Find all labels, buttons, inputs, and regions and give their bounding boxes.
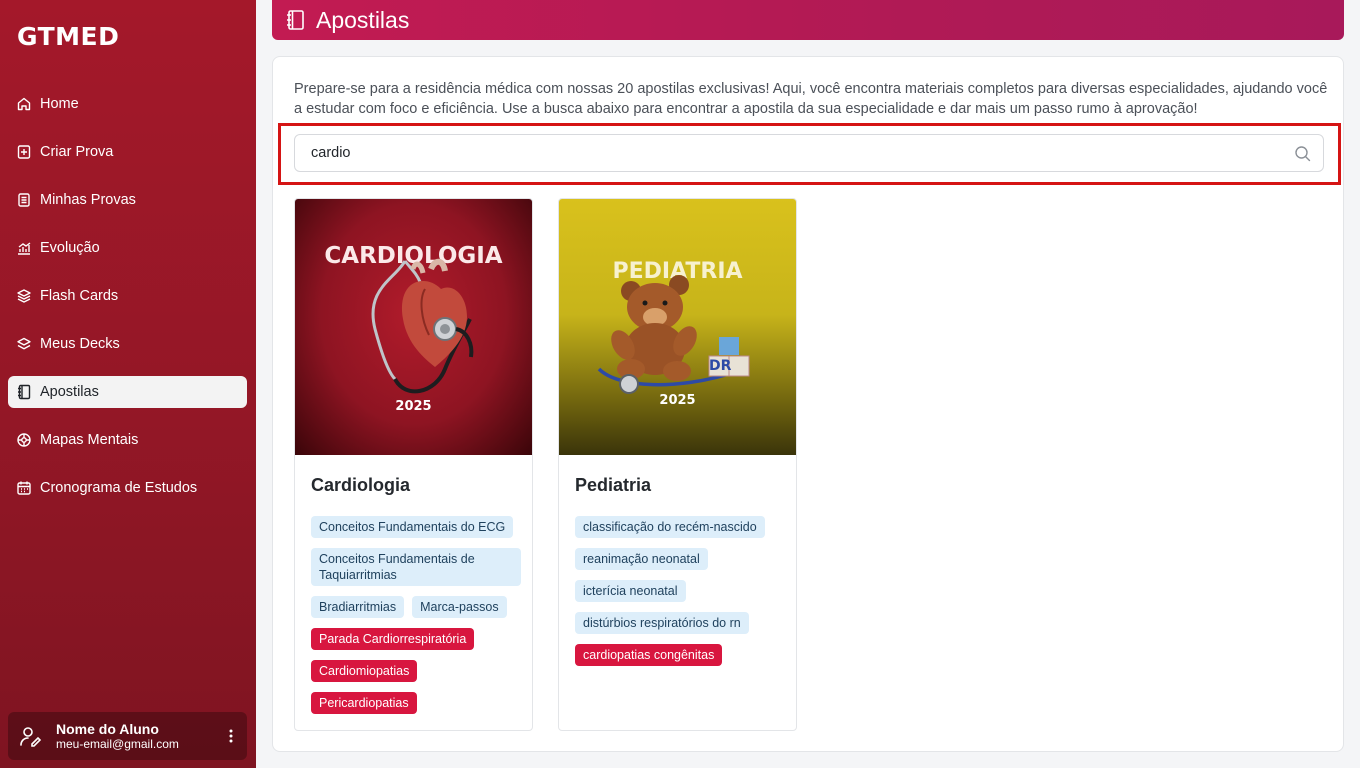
sidebar-item-minhas-provas[interactable]: Minhas Provas <box>8 184 247 216</box>
heart-stethoscope-illustration <box>371 258 474 394</box>
sidebar-item-label: Meus Decks <box>40 336 120 352</box>
user-info: Nome do Aluno meu-email@gmail.com <box>56 721 179 752</box>
teddy-bear-illustration <box>597 275 750 394</box>
user-name: Nome do Aluno <box>56 720 159 737</box>
more-vertical-icon[interactable] <box>223 726 239 746</box>
layers-icon <box>16 288 32 304</box>
sidebar-item-meus-decks[interactable]: Meus Decks <box>8 328 247 360</box>
user-avatar-icon <box>18 724 42 748</box>
search-box <box>294 134 1324 172</box>
cover-year: 2025 <box>659 393 696 408</box>
sidebar-item-label: Apostilas <box>40 384 99 400</box>
apostilas-panel: Prepare-se para a residência médica com … <box>272 56 1344 752</box>
stack-icon <box>16 336 32 352</box>
toy-blocks-letters: DR <box>709 356 749 376</box>
topic-tag-match[interactable]: Parada Cardiorrespiratória <box>311 628 475 650</box>
topic-tag[interactable]: reanimação neonatal <box>575 548 708 570</box>
sidebar-item-cronograma[interactable]: Cronograma de Estudos <box>8 472 247 504</box>
cover-image-pediatria[interactable]: PEDIATRIA DR 2025 <box>559 199 796 455</box>
search-icon[interactable] <box>1294 145 1311 162</box>
topic-tag[interactable]: icterícia neonatal <box>575 580 686 602</box>
brand-logo[interactable]: GTMED <box>17 22 119 51</box>
cover-year: 2025 <box>395 399 432 414</box>
topic-tag[interactable]: Bradiarritmias <box>311 596 405 618</box>
topic-tag[interactable]: Marca-passos <box>412 596 507 618</box>
sidebar-item-label: Flash Cards <box>40 288 119 304</box>
cover-image-cardiologia[interactable]: CARDIOLOGIA 2025 <box>295 199 532 455</box>
sidebar-item-label: Minhas Provas <box>40 192 136 208</box>
sidebar-item-label: Cronograma de Estudos <box>40 480 198 496</box>
user-email: meu-email@gmail.com <box>56 736 179 751</box>
sidebar-item-evolucao[interactable]: Evolução <box>8 232 247 264</box>
topic-tag[interactable]: Conceitos Fundamentais do ECG <box>311 516 514 538</box>
topic-tag[interactable]: distúrbios respiratórios do rn <box>575 612 749 634</box>
search-input[interactable] <box>295 135 1323 171</box>
sidebar-item-apostilas[interactable]: Apostilas <box>8 376 247 408</box>
topic-tag[interactable]: Conceitos Fundamentais de Taquiarritmias <box>311 548 521 586</box>
chart-icon <box>16 240 32 256</box>
plus-square-icon <box>16 144 32 160</box>
topic-tag-match[interactable]: Cardiomiopatias <box>311 660 418 682</box>
notebook-icon <box>284 9 306 31</box>
mindmap-icon <box>16 432 32 448</box>
topic-tag-match[interactable]: cardiopatias congênitas <box>575 644 723 666</box>
topic-tag-match[interactable]: Pericardiopatias <box>311 692 417 714</box>
apostila-card-pediatria[interactable]: PEDIATRIA DR 2025 Pediatria classificaçã… <box>558 198 797 731</box>
sidebar-item-home[interactable]: Home <box>8 88 247 120</box>
home-icon <box>16 96 32 112</box>
sidebar-item-flash-cards[interactable]: Flash Cards <box>8 280 247 312</box>
sidebar-item-label: Home <box>40 96 79 112</box>
card-title[interactable]: Pediatria <box>575 475 651 496</box>
topic-tag[interactable]: classificação do recém-nascido <box>575 516 765 538</box>
apostila-card-cardiologia[interactable]: CARDIOLOGIA 2025 Cardiologia Conceitos F… <box>294 198 533 731</box>
sidebar-nav: Home Criar Prova Minhas Provas Evolução … <box>8 88 247 520</box>
calendar-icon <box>16 480 32 496</box>
tag-list: Conceitos Fundamentais do ECG Conceitos … <box>311 516 521 714</box>
page-header: Apostilas <box>272 0 1344 40</box>
sidebar-item-criar-prova[interactable]: Criar Prova <box>8 136 247 168</box>
page-description: Prepare-se para a residência médica com … <box>294 81 1328 117</box>
sidebar-item-mapas-mentais[interactable]: Mapas Mentais <box>8 424 247 456</box>
document-icon <box>16 192 32 208</box>
card-title[interactable]: Cardiologia <box>311 475 410 496</box>
tag-list: classificação do recém-nascido reanimaçã… <box>575 516 785 666</box>
user-profile[interactable]: Nome do Aluno meu-email@gmail.com <box>8 712 247 760</box>
notebook-icon <box>16 384 32 400</box>
sidebar-item-label: Criar Prova <box>40 144 114 160</box>
sidebar: GTMED Home Criar Prova Minhas Provas Evo… <box>0 0 256 768</box>
sidebar-item-label: Mapas Mentais <box>40 432 139 448</box>
page-title: Apostilas <box>316 6 410 33</box>
sidebar-item-label: Evolução <box>40 240 100 256</box>
toy-blocks-text: DR <box>709 358 732 374</box>
